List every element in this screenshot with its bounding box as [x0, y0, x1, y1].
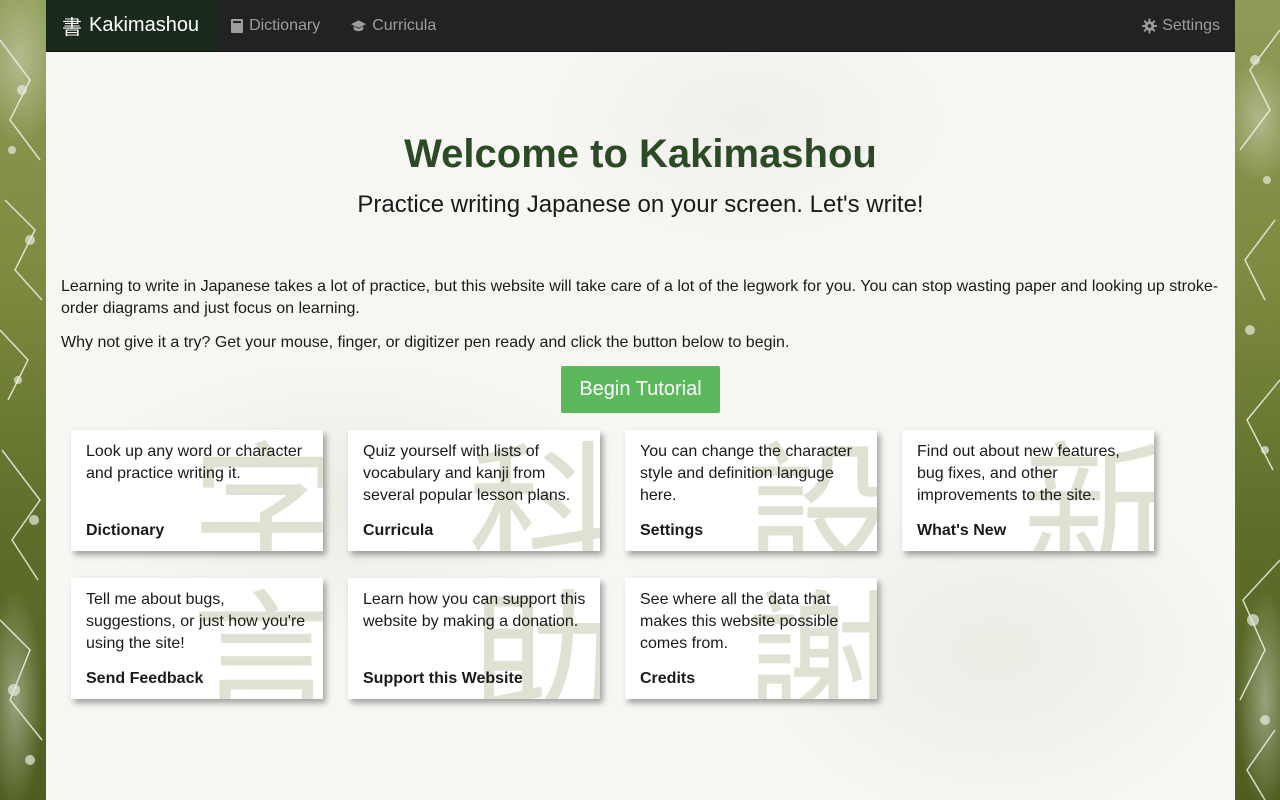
nav-item-settings-label: Settings	[1162, 16, 1220, 34]
card-whats-new[interactable]: 新 Find out about new features, bug fixes…	[902, 430, 1154, 551]
card-dictionary-desc: Look up any word or character and practi…	[86, 443, 303, 482]
gear-icon	[1142, 18, 1158, 33]
card-dictionary-title: Dictionary	[86, 522, 165, 539]
card-support[interactable]: 助 Learn how you can support this website…	[348, 578, 600, 699]
card-send-feedback-title: Send Feedback	[86, 670, 204, 687]
card-credits[interactable]: 謝 See where all the data that makes this…	[625, 578, 877, 699]
card-whats-new-title: What's New	[917, 522, 1007, 539]
card-credits-desc: See where all the data that makes this w…	[640, 591, 839, 652]
page-subtitle: Practice writing Japanese on your screen…	[357, 191, 924, 218]
card-support-title: Support this Website	[363, 670, 523, 687]
right-background-foliage	[1235, 0, 1280, 800]
graduation-cap-icon	[351, 19, 367, 31]
brand-kanji-icon: 書	[62, 15, 82, 39]
book-icon	[231, 18, 244, 33]
card-settings[interactable]: 設 You can change the character style and…	[625, 430, 877, 551]
nav-item-curricula[interactable]: Curricula	[335, 0, 451, 51]
card-dictionary[interactable]: 字 Look up any word or character and prac…	[71, 430, 323, 551]
card-settings-desc: You can change the character style and d…	[640, 443, 853, 504]
brand-label: Kakimashou	[89, 14, 200, 36]
intro-section: Learning to write in Japanese takes a lo…	[61, 276, 1220, 354]
main-content: Welcome to Kakimashou Practice writing J…	[46, 52, 1235, 699]
card-curricula[interactable]: 科 Quiz yourself with lists of vocabulary…	[348, 430, 600, 551]
nav-item-settings[interactable]: Settings	[1127, 0, 1235, 51]
card-credits-title: Credits	[640, 670, 696, 687]
left-background-foliage	[0, 0, 46, 800]
nav-item-curricula-label: Curricula	[372, 16, 437, 34]
navbar-spacer	[451, 0, 1127, 51]
card-send-feedback-desc: Tell me about bugs, suggestions, or just…	[86, 591, 306, 652]
begin-tutorial-button[interactable]: Begin Tutorial	[561, 366, 720, 413]
card-curricula-title: Curricula	[363, 522, 434, 539]
card-settings-title: Settings	[640, 522, 704, 539]
main-page: 書 Kakimashou Dictionary Curricula Settin…	[46, 0, 1235, 800]
card-whats-new-desc: Find out about new features, bug fixes, …	[917, 443, 1120, 504]
cta-wrapper: Begin Tutorial	[46, 366, 1235, 413]
top-navbar: 書 Kakimashou Dictionary Curricula Settin…	[46, 0, 1235, 52]
right-foliage-art	[1239, 29, 1280, 800]
card-send-feedback[interactable]: 言 Tell me about bugs, suggestions, or ju…	[71, 578, 323, 699]
brand-link[interactable]: 書 Kakimashou	[46, 0, 216, 51]
card-support-desc: Learn how you can support this website b…	[363, 591, 586, 630]
intro-paragraph-1: Learning to write in Japanese takes a lo…	[61, 278, 1219, 317]
page-title: Welcome to Kakimashou	[404, 132, 877, 176]
nav-item-dictionary[interactable]: Dictionary	[215, 0, 335, 51]
intro-paragraph-2: Why not give it a try? Get your mouse, f…	[61, 334, 790, 351]
card-curricula-desc: Quiz yourself with lists of vocabulary a…	[363, 443, 571, 504]
nav-item-dictionary-label: Dictionary	[249, 16, 321, 34]
left-foliage-art	[0, 39, 43, 765]
